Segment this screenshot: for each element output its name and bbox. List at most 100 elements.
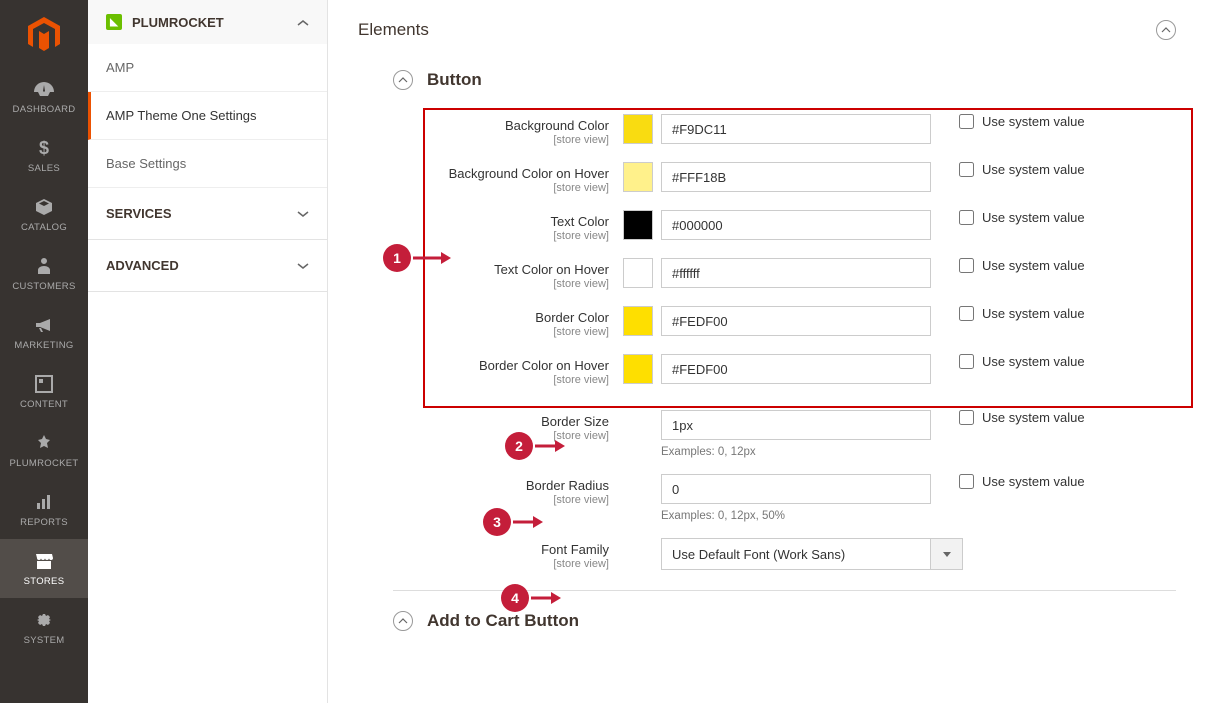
subsection-add-to-cart[interactable]: Add to Cart Button xyxy=(393,611,1176,631)
nav-label: CONTENT xyxy=(0,399,88,410)
magento-logo[interactable] xyxy=(24,15,64,55)
row-text-hover: Text Color on Hover[store view] Use syst… xyxy=(393,258,1176,290)
nav-customers[interactable]: CUSTOMERS xyxy=(0,244,88,303)
scope-label: [store view] xyxy=(393,230,609,242)
chevron-down-icon xyxy=(297,258,309,273)
use-system-checkbox[interactable]: Use system value xyxy=(959,114,1085,129)
use-system-checkbox[interactable]: Use system value xyxy=(959,474,1085,489)
annotation-bubble-1: 1 xyxy=(383,244,411,272)
nav-label: STORES xyxy=(0,576,88,587)
config-section-plumrocket[interactable]: ◣ PLUMROCKET xyxy=(88,0,327,44)
annotation-bubble-4: 4 xyxy=(501,584,529,612)
marketing-icon xyxy=(0,314,88,336)
row-border-hover: Border Color on Hover[store view] Use sy… xyxy=(393,354,1176,386)
customers-icon xyxy=(0,255,88,277)
use-system-checkbox[interactable]: Use system value xyxy=(959,354,1085,369)
scope-label: [store view] xyxy=(393,278,609,290)
field-label: Border Radius xyxy=(526,478,609,493)
color-swatch[interactable] xyxy=(623,210,653,240)
config-section-advanced[interactable]: ADVANCED xyxy=(88,240,327,292)
catalog-icon xyxy=(0,196,88,218)
row-bg-color: Background Color[store view] Use system … xyxy=(393,114,1176,146)
nav-plumrocket[interactable]: PLUMROCKET xyxy=(0,421,88,480)
field-label: Border Size xyxy=(541,414,609,429)
subsection-title-text: Button xyxy=(427,70,482,90)
dashboard-icon xyxy=(0,78,88,100)
nav-marketing[interactable]: MARKETING xyxy=(0,303,88,362)
row-bg-hover: Background Color on Hover[store view] Us… xyxy=(393,162,1176,194)
field-label: Font Family xyxy=(541,542,609,557)
use-system-checkbox[interactable]: Use system value xyxy=(959,210,1085,225)
color-swatch[interactable] xyxy=(623,306,653,336)
subsection-title-text: Add to Cart Button xyxy=(427,611,579,631)
section-label: ADVANCED xyxy=(106,258,179,273)
reports-icon xyxy=(0,491,88,513)
config-item-base-settings[interactable]: Base Settings xyxy=(88,140,327,188)
nav-reports[interactable]: REPORTS xyxy=(0,480,88,539)
input-border-size[interactable] xyxy=(661,410,931,440)
input-border-radius[interactable] xyxy=(661,474,931,504)
row-text-color: Text Color[store view] Use system value xyxy=(393,210,1176,242)
section-label: SERVICES xyxy=(106,206,172,221)
sales-icon: $ xyxy=(0,137,88,159)
subsection-button[interactable]: Button xyxy=(393,70,1176,90)
select-dropdown-button[interactable] xyxy=(931,538,963,570)
admin-sidebar: DASHBOARD $ SALES CATALOG CUSTOMERS MARK… xyxy=(0,0,88,703)
nav-content[interactable]: CONTENT xyxy=(0,362,88,421)
color-swatch[interactable] xyxy=(623,114,653,144)
color-swatch[interactable] xyxy=(623,162,653,192)
nav-label: CUSTOMERS xyxy=(0,281,88,292)
color-swatch[interactable] xyxy=(623,354,653,384)
plumrocket-badge-icon: ◣ xyxy=(106,14,122,30)
nav-label: CATALOG xyxy=(0,222,88,233)
scope-label: [store view] xyxy=(393,430,609,442)
nav-label: SALES xyxy=(0,163,88,174)
nav-dashboard[interactable]: DASHBOARD xyxy=(0,67,88,126)
checkbox-label: Use system value xyxy=(982,210,1085,225)
config-section-services[interactable]: SERVICES xyxy=(88,188,327,240)
input-bg-color[interactable] xyxy=(661,114,931,144)
nav-catalog[interactable]: CATALOG xyxy=(0,185,88,244)
field-label: Border Color on Hover xyxy=(479,358,609,373)
collapse-icon[interactable] xyxy=(1156,20,1176,40)
use-system-checkbox[interactable]: Use system value xyxy=(959,258,1085,273)
annotation-arrow xyxy=(531,590,563,606)
nav-label: DASHBOARD xyxy=(0,104,88,115)
checkbox-label: Use system value xyxy=(982,162,1085,177)
field-label: Text Color on Hover xyxy=(494,262,609,277)
checkbox-label: Use system value xyxy=(982,474,1085,489)
annotation-arrow xyxy=(535,438,567,454)
button-form: Background Color[store view] Use system … xyxy=(393,114,1176,570)
scope-label: [store view] xyxy=(393,182,609,194)
nav-label: MARKETING xyxy=(0,340,88,351)
input-bg-hover[interactable] xyxy=(661,162,931,192)
use-system-checkbox[interactable]: Use system value xyxy=(959,306,1085,321)
collapse-icon[interactable] xyxy=(393,70,413,90)
nav-sales[interactable]: $ SALES xyxy=(0,126,88,185)
config-item-amp-theme-one[interactable]: AMP Theme One Settings xyxy=(88,92,327,140)
input-text-color[interactable] xyxy=(661,210,931,240)
scope-label: [store view] xyxy=(393,558,609,570)
select-font-family[interactable]: Use Default Font (Work Sans) xyxy=(661,538,931,570)
scope-label: [store view] xyxy=(393,134,609,146)
scope-label: [store view] xyxy=(393,374,609,386)
nav-stores[interactable]: STORES xyxy=(0,539,88,598)
section-elements[interactable]: Elements xyxy=(358,20,1176,40)
annotation-arrow xyxy=(413,250,453,266)
field-hint: Examples: 0, 12px, 50% xyxy=(661,510,931,522)
input-border-color[interactable] xyxy=(661,306,931,336)
field-label: Text Color xyxy=(550,214,609,229)
nav-system[interactable]: SYSTEM xyxy=(0,598,88,657)
config-nav: ◣ PLUMROCKET AMP AMP Theme One Settings … xyxy=(88,0,328,703)
annotation-bubble-3: 3 xyxy=(483,508,511,536)
checkbox-label: Use system value xyxy=(982,306,1085,321)
nav-label: SYSTEM xyxy=(0,635,88,646)
color-swatch[interactable] xyxy=(623,258,653,288)
chevron-up-icon xyxy=(297,15,309,30)
config-item-amp[interactable]: AMP xyxy=(88,44,327,92)
use-system-checkbox[interactable]: Use system value xyxy=(959,162,1085,177)
use-system-checkbox[interactable]: Use system value xyxy=(959,410,1085,425)
input-text-hover[interactable] xyxy=(661,258,931,288)
input-border-hover[interactable] xyxy=(661,354,931,384)
expand-icon[interactable] xyxy=(393,611,413,631)
